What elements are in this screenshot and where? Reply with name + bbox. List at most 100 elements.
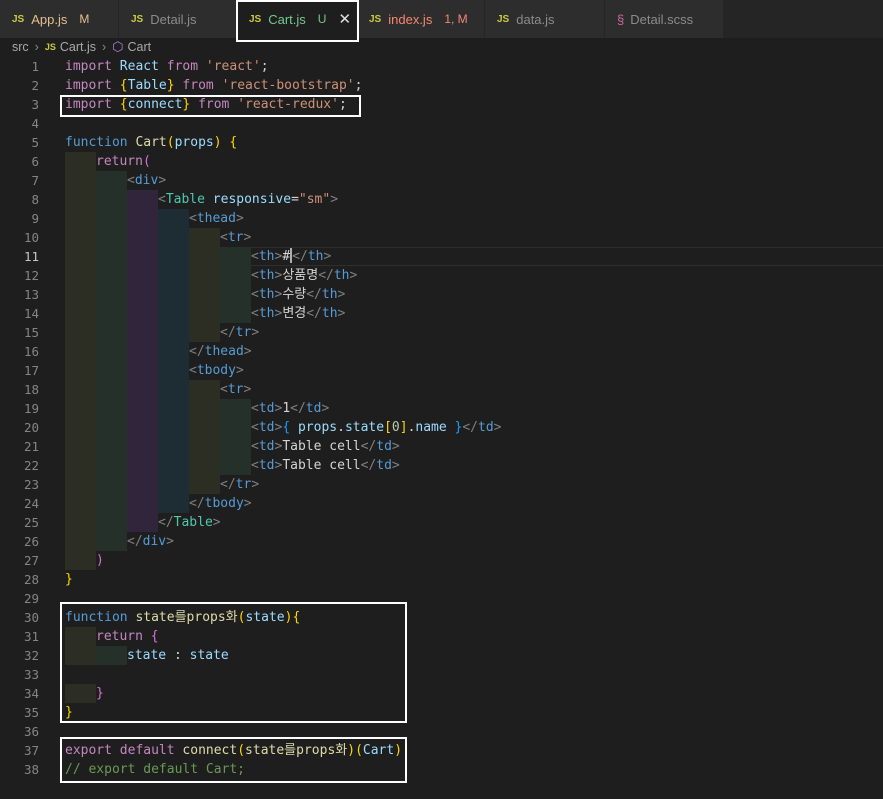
code-token: 상품명 [282,268,319,283]
code-line[interactable]: 9 <thead> [0,209,883,228]
code-token: > [323,249,332,264]
js-file-icon: JS [497,13,510,25]
code-text: <th>수량</th> [251,285,345,304]
line-number: 20 [23,420,39,435]
code-text: <div> [127,171,166,190]
indent-guide [127,456,158,475]
code-line[interactable]: 23 </tr> [0,475,883,494]
code-token: < [189,363,197,378]
indent-guide [189,323,220,342]
code-token: props [297,420,338,435]
code-line[interactable]: 17 <tbody> [0,361,883,380]
line-number: 17 [23,363,39,378]
tab-index-js[interactable]: JS index.js 1, M [357,0,485,38]
indent-guide [127,418,158,437]
code-line[interactable]: 24 </tbody> [0,494,883,513]
code-token: </ [189,344,205,359]
code-line[interactable]: 6 return( [0,152,883,171]
code-line[interactable]: 21 <td>Table cell</td> [0,437,883,456]
breadcrumb-folder[interactable]: src [12,40,29,54]
indent-guide [65,266,96,285]
indent-guide [65,399,96,418]
code-line[interactable]: 25 </Table> [0,513,883,532]
indent-guide [65,380,96,399]
code-line[interactable]: 13 <th>수량</th> [0,285,883,304]
indent-guide [96,513,127,532]
indent-guide [96,171,127,190]
indent-guide [189,399,220,418]
code-line[interactable]: 20 <td>{ props.state[0].name }</td> [0,418,883,437]
indent-guide [127,209,158,228]
code-text: </tbody> [189,494,252,513]
code-token: name [415,420,455,435]
code-token: </ [306,287,322,302]
indent-guide [65,456,96,475]
indent-guide [65,418,96,437]
code-line[interactable]: 18 <tr> [0,380,883,399]
tab-app-js[interactable]: JS App.js M [0,0,119,38]
tab-label: Detail.js [150,11,197,27]
code-token: > [243,496,252,511]
tab-data-js[interactable]: JS data.js [485,0,605,38]
line-number: 10 [23,230,39,245]
code-token: ( [142,154,151,169]
line-number: 36 [23,724,39,739]
code-line[interactable]: 22 <td>Table cell</td> [0,456,883,475]
code-line[interactable]: 26 </div> [0,532,883,551]
code-line[interactable]: 10 <tr> [0,228,883,247]
line-number: 21 [23,439,39,454]
cube-icon: ⬡ [112,39,124,54]
code-line[interactable]: 7 <div> [0,171,883,190]
line-number: 3 [31,97,39,112]
code-line[interactable]: 15 </tr> [0,323,883,342]
code-line[interactable]: 5 function Cart(props) { [0,133,883,152]
code-token: > [330,192,339,207]
line-number: 28 [23,572,39,587]
code-line[interactable]: 14 <th>변경</th> [0,304,883,323]
code-token: div [142,534,167,549]
code-line[interactable]: 2 import {Table} from 'react-bootstrap'; [0,76,883,95]
indent-guide [127,323,158,342]
code-token: > [166,534,174,549]
code-token: { [229,135,238,150]
code-token: ) [213,135,230,150]
indent-guide [65,152,96,171]
code-line[interactable]: 16 </thead> [0,342,883,361]
indent-guide [158,247,189,266]
code-line[interactable]: 8 <Table responsive="sm"> [0,190,883,209]
breadcrumb-symbol[interactable]: Cart [128,40,152,54]
code-token: tbody [204,496,244,511]
line-number: 11 [23,249,39,264]
tab-detail-js[interactable]: JS Detail.js [119,0,237,38]
line-number: 34 [23,686,39,701]
code-token: function [65,135,136,150]
indent-guide [127,513,158,532]
code-line[interactable]: 28} [0,570,883,589]
code-text: <th>상품명</th> [251,266,357,285]
tab-detail-scss[interactable]: § Detail.scss [605,0,724,38]
line-number: 18 [23,382,39,397]
code-token: > [251,325,260,340]
line-number: 31 [23,629,39,644]
indent-guide [96,342,127,361]
code-text: <tr> [220,228,251,247]
code-token: < [251,401,259,416]
line-number: 13 [23,287,39,302]
code-line[interactable]: 12 <th>상품명</th> [0,266,883,285]
code-line[interactable]: 11 <th># </th> [0,247,883,266]
indent-guide [96,532,127,551]
indent-guide [96,361,127,380]
indent-guide [65,190,96,209]
indent-guide [220,304,251,323]
code-line[interactable]: 19 <td>1</td> [0,399,883,418]
indent-guide [189,437,220,456]
breadcrumb-file[interactable]: Cart.js [60,40,96,54]
code-token: td [305,401,322,416]
code-line[interactable]: 27) [0,551,883,570]
indent-guide [158,475,189,494]
code-text: <tr> [220,380,251,399]
indent-guide [189,228,220,247]
code-token: thead [204,344,244,359]
tab-label: App.js [31,11,68,27]
code-line[interactable]: 1 import React from 'react'; [0,57,883,76]
